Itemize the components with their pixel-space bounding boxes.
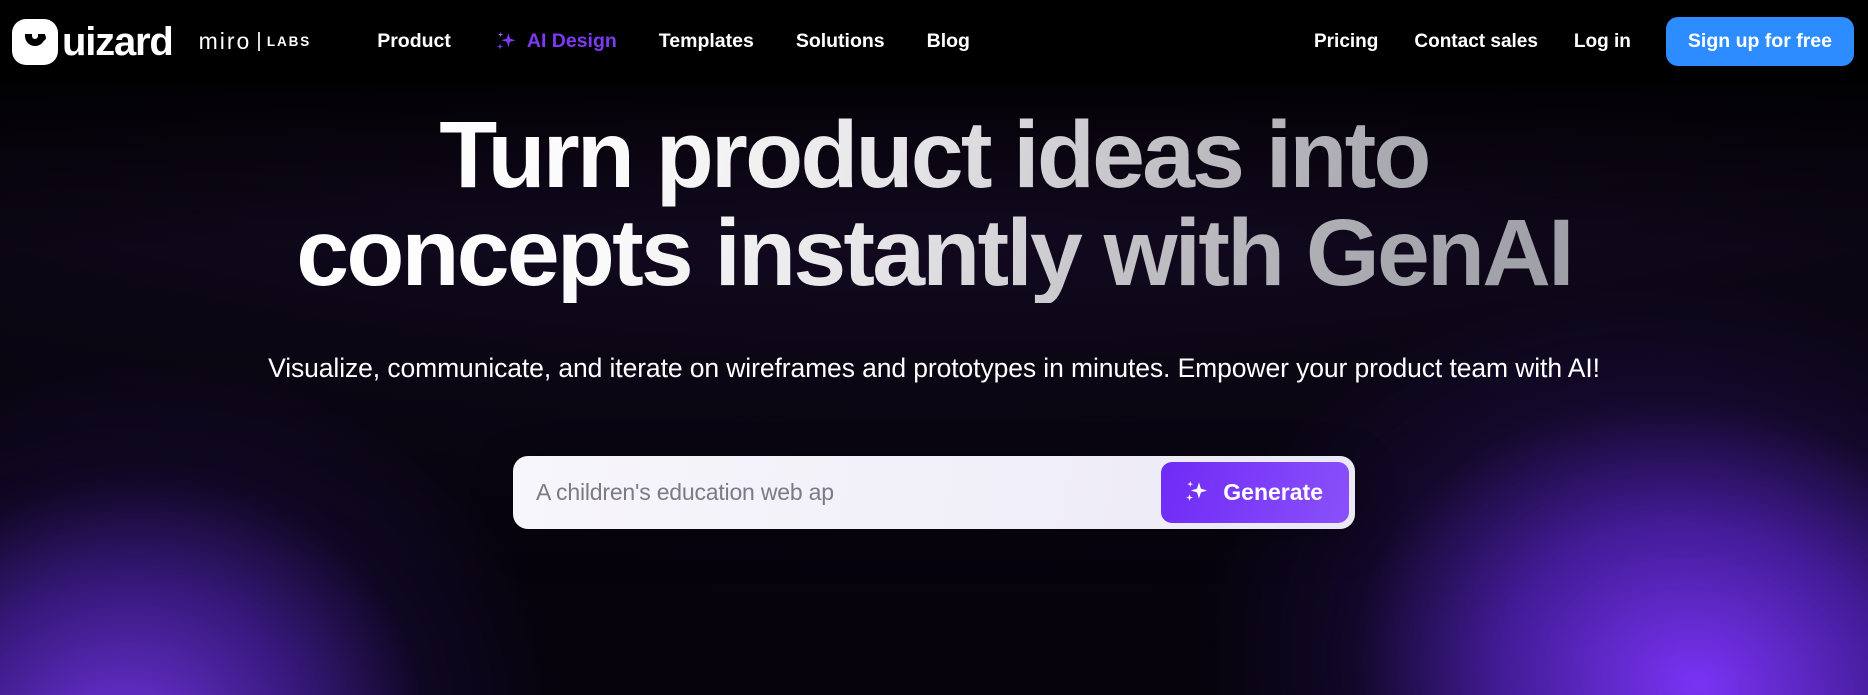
nav-item-ai-design-label: AI Design: [526, 29, 617, 52]
hero-section: Turn product ideas into concepts instant…: [0, 83, 1868, 695]
hero-headline-line-2: concepts instantly with GenAI: [296, 199, 1572, 306]
page-root: uizard miro LABS Product AI Design Templ…: [0, 0, 1868, 695]
nav-item-product[interactable]: Product: [356, 31, 472, 52]
sparkle-icon: [1186, 480, 1208, 502]
nav-left-group: uizard miro LABS Product AI Design Templ…: [12, 18, 991, 65]
nav-item-log-in[interactable]: Log in: [1556, 32, 1649, 51]
nav-item-solutions[interactable]: Solutions: [775, 31, 906, 52]
prompt-input[interactable]: [519, 464, 1162, 520]
uizard-smiley-logo-icon: [12, 18, 58, 65]
sparkle-icon: [496, 31, 516, 50]
hero-headline: Turn product ideas into concepts instant…: [296, 107, 1571, 303]
hero-subheading-line-2: product team with AI!: [1354, 352, 1600, 383]
miro-labs-divider: [258, 32, 260, 51]
nav-item-templates[interactable]: Templates: [638, 31, 775, 52]
miro-labs-badge: miro LABS: [199, 30, 312, 53]
nav-item-blog[interactable]: Blog: [906, 31, 991, 52]
labs-wordmark: LABS: [266, 33, 312, 49]
sign-up-for-free-button[interactable]: Sign up for free: [1665, 16, 1854, 67]
primary-nav-links: Product AI Design Templates Solutions Bl…: [356, 30, 991, 54]
hero-subheading: Visualize, communicate, and iterate on w…: [268, 348, 1600, 388]
generate-button[interactable]: Generate: [1161, 461, 1349, 523]
generate-button-label: Generate: [1223, 478, 1323, 505]
hero-headline-line-1: Turn product ideas into: [439, 102, 1429, 208]
nav-item-contact-sales[interactable]: Contact sales: [1396, 32, 1556, 51]
hero-content: Turn product ideas into concepts instant…: [0, 83, 1868, 695]
hero-subheading-line-1: Visualize, communicate, and iterate on w…: [268, 352, 1348, 383]
nav-item-ai-design[interactable]: AI Design: [472, 30, 638, 54]
top-navigation-bar: uizard miro LABS Product AI Design Templ…: [0, 0, 1868, 83]
nav-item-pricing[interactable]: Pricing: [1296, 32, 1396, 51]
secondary-nav-links: Pricing Contact sales Log in Sign up for…: [1296, 16, 1854, 67]
miro-wordmark: miro: [198, 28, 252, 54]
uizard-logo-text: uizard: [62, 19, 174, 64]
uizard-logo[interactable]: uizard: [12, 18, 174, 65]
prompt-bar: Generate: [513, 455, 1355, 529]
